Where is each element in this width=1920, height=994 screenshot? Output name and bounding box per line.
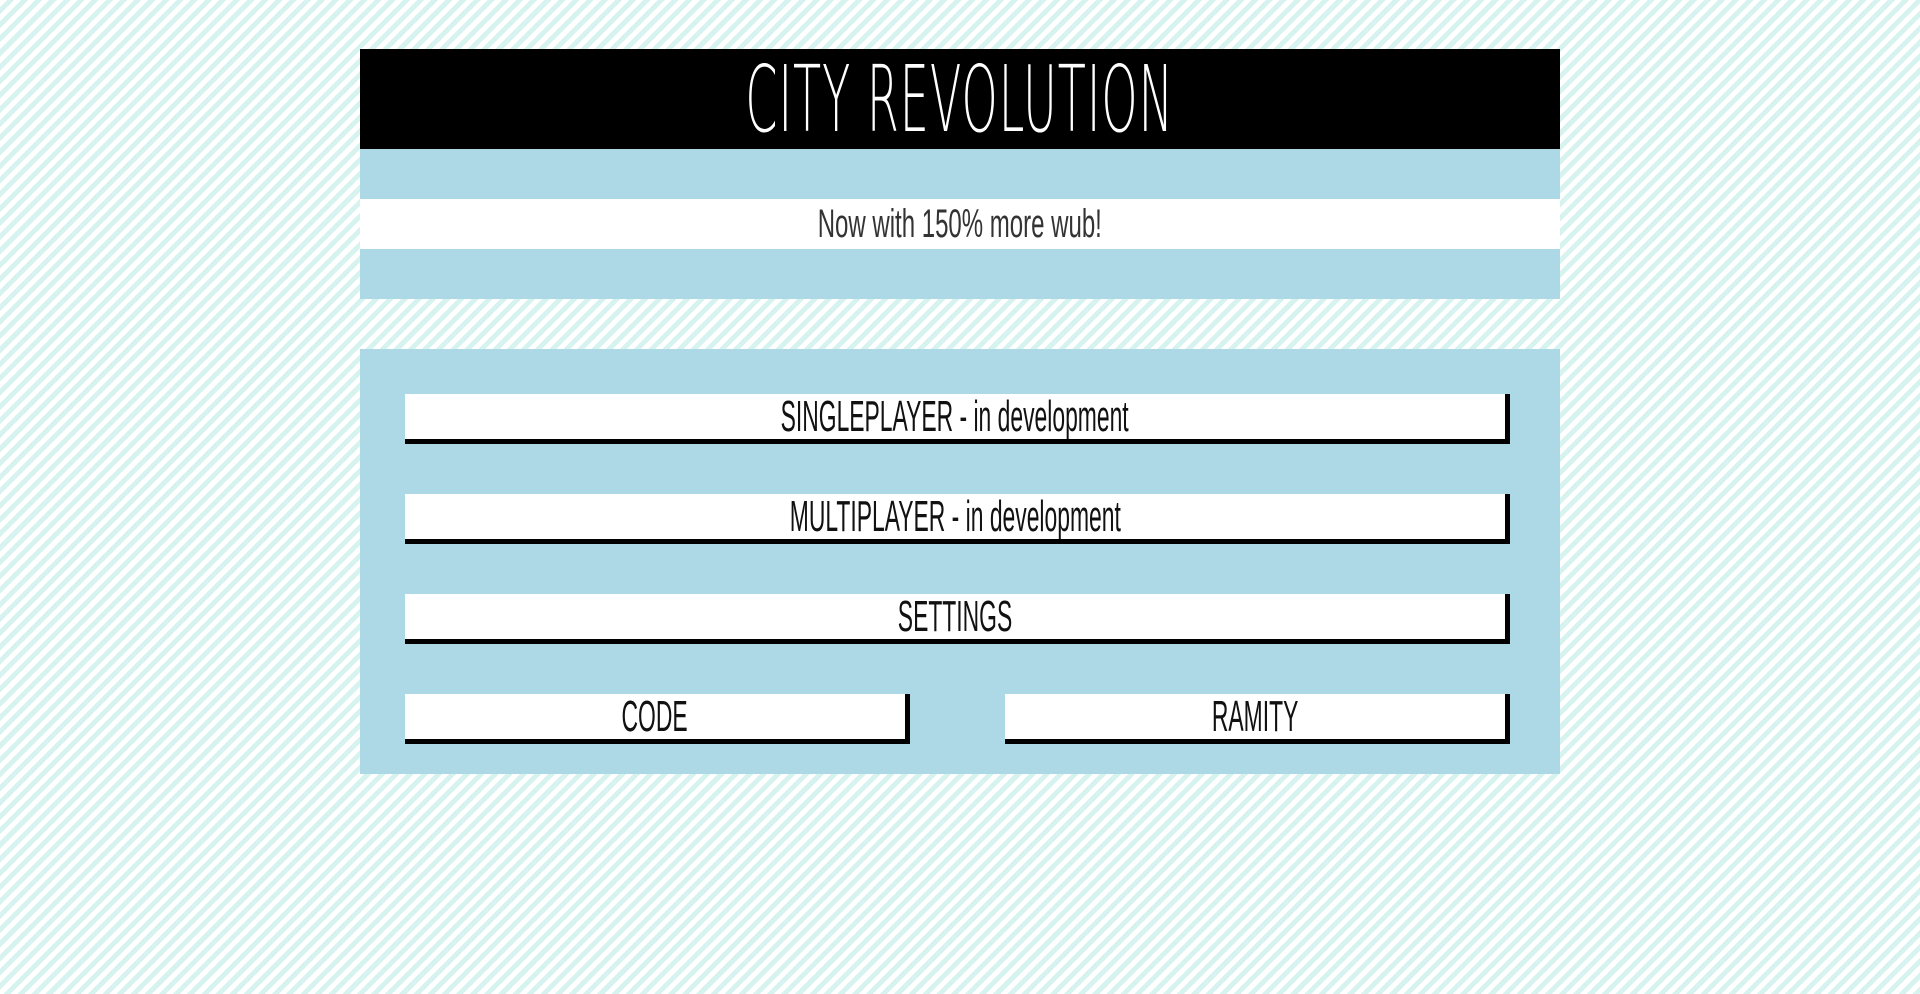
header: CITY REVOLUTION Now with 150% more wub!	[360, 49, 1560, 299]
settings-label: SETTINGS	[897, 594, 1013, 641]
main-menu: SINGLEPLAYER - in development MULTIPLAYE…	[360, 349, 1560, 774]
singleplayer-button[interactable]: SINGLEPLAYER - in development	[405, 394, 1510, 444]
code-button[interactable]: CODE	[405, 694, 910, 744]
multiplayer-button[interactable]: MULTIPLAYER - in development	[405, 494, 1510, 544]
header-band-bottom	[360, 249, 1560, 299]
header-band-top	[360, 149, 1560, 199]
multiplayer-label: MULTIPLAYER - in development	[789, 494, 1121, 541]
ramity-button[interactable]: RAMITY	[1005, 694, 1510, 744]
code-label: CODE	[621, 694, 689, 741]
title-bar: CITY REVOLUTION	[360, 49, 1560, 149]
settings-button[interactable]: SETTINGS	[405, 594, 1510, 644]
tagline: Now with 150% more wub!	[817, 201, 1103, 246]
singleplayer-label: SINGLEPLAYER - in development	[780, 394, 1130, 441]
game-title: CITY REVOLUTION	[745, 49, 1175, 149]
tagline-bar: Now with 150% more wub!	[360, 199, 1560, 249]
ramity-label: RAMITY	[1211, 694, 1299, 741]
